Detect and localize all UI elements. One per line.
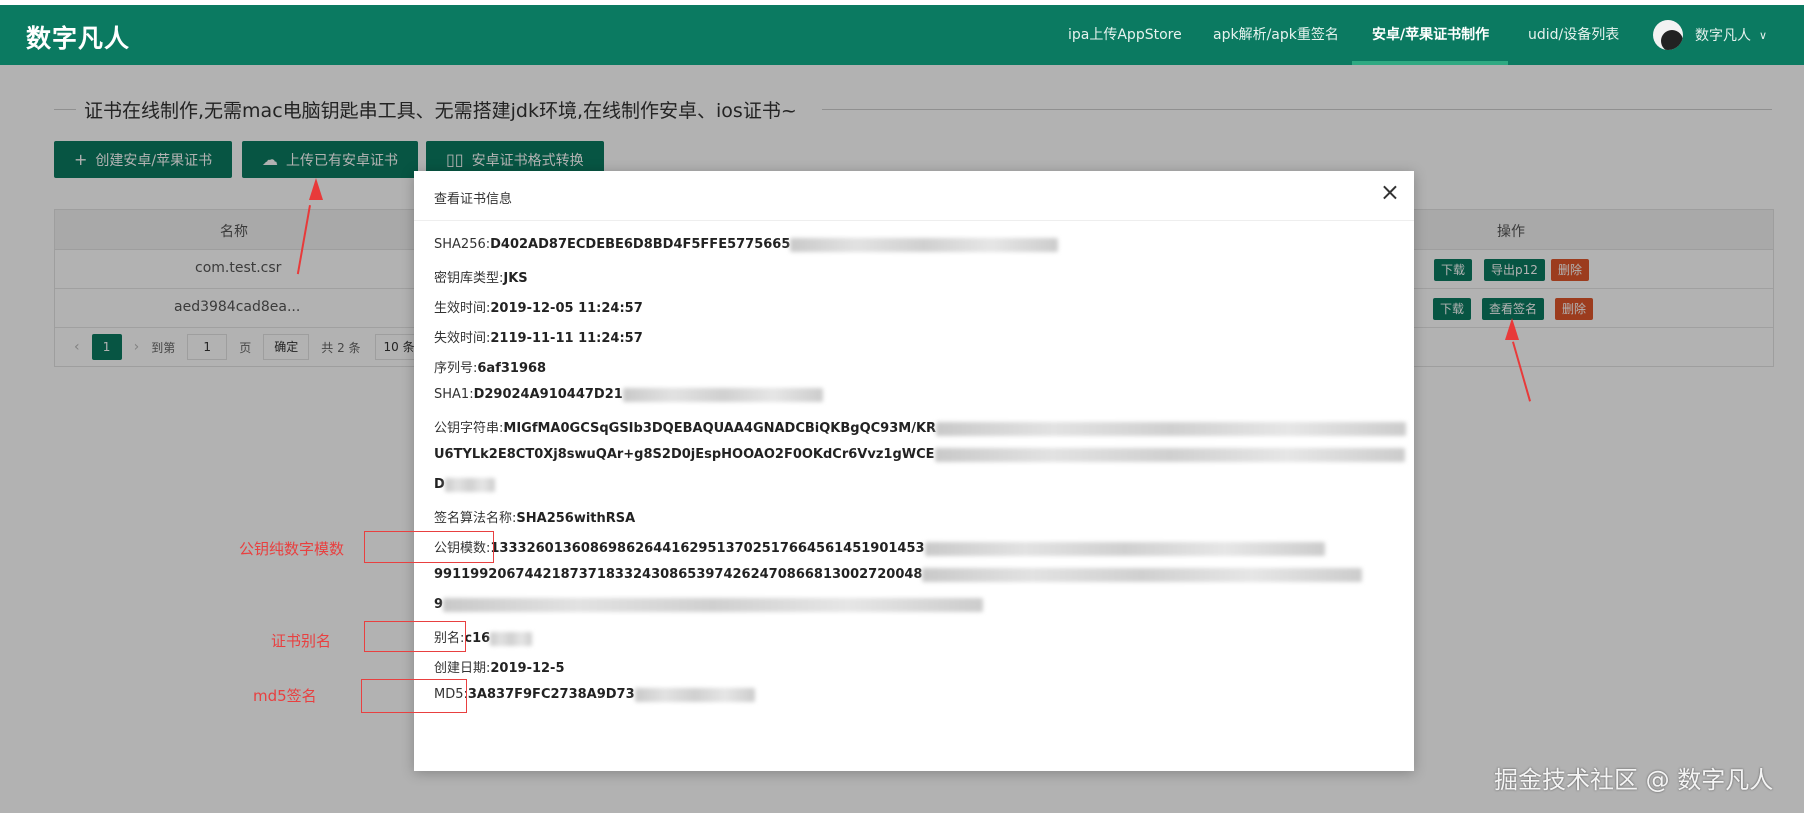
user-menu[interactable]: 数字凡人 ∨ (1653, 19, 1767, 51)
dialog-divider (414, 220, 1414, 221)
annotation-alias-box (364, 621, 466, 652)
sig-alg-value: SHA256withRSA (516, 511, 636, 526)
annotation-arrow-head (1505, 318, 1519, 340)
annotation-alias-label: 证书别名 (271, 632, 332, 650)
watermark: 掘金技术社区 @ 数字凡人 (1494, 766, 1774, 794)
sha256-label: SHA256: (434, 237, 491, 252)
chevron-down-icon: ∨ (1759, 28, 1768, 42)
annotation-modulus-box (364, 531, 494, 563)
sig-alg-label: 签名算法名称: (434, 511, 517, 526)
info-sha1: SHA1:D29024A910447D21 (434, 387, 823, 402)
user-name: 数字凡人 (1695, 28, 1751, 44)
nav-cert-make[interactable]: 安卓/苹果证书制作 (1372, 5, 1489, 65)
dialog-title: 查看证书信息 (434, 192, 513, 207)
store-type-label: 密钥库类型: (434, 271, 504, 286)
site-logo[interactable]: 数字凡人 (26, 19, 130, 55)
nav-apk-resign[interactable]: apk解析/apk重签名 (1213, 5, 1339, 65)
info-modulus-cont2: 9 (434, 597, 984, 612)
info-sha256: SHA256:D402AD87ECDEBE6D8BD4F5FFE5775665 (434, 237, 1059, 252)
info-pubkey-cont: U6TYLk2E8CT0Xj8swuQAr+g8S2D0jEspHOOAO2F0… (434, 447, 1405, 462)
serial-value: 6af31968 (477, 361, 547, 376)
valid-to-value: 2119-11-11 11:24:57 (490, 331, 643, 346)
sha256-value: D402AD87ECDEBE6D8BD4F5FFE5775665 (490, 237, 791, 252)
pubkey-value-3: D (434, 477, 445, 492)
created-label: 创建日期: (434, 661, 491, 676)
info-pubkey: 公钥字符串:MIGfMA0GCSqGSIb3DQEBAQUAA4GNADCBiQ… (434, 417, 1407, 436)
md5-value: 3A837F9FC2738A9D73 (467, 687, 635, 702)
pubkey-value-1: MIGfMA0GCSqGSIb3DQEBAQUAA4GNADCBiQKBgQC9… (503, 421, 937, 436)
created-value: 2019-12-5 (490, 661, 565, 676)
info-sig-alg: 签名算法名称:SHA256withRSA (434, 507, 635, 526)
modulus-value-2: 9911992067442187371833243086539742624708… (434, 567, 923, 582)
modulus-value-3: 9 (434, 597, 444, 612)
valid-from-label: 生效时间: (434, 301, 491, 316)
annotation-arrow-head (309, 178, 323, 200)
info-modulus: 公钥模数:13332601360869862644162951370251766… (434, 537, 1325, 556)
cert-info-dialog: 查看证书信息 × SHA256:D402AD87ECDEBE6D8BD4F5FF… (414, 171, 1414, 771)
nav-ipa-upload[interactable]: ipa上传AppStore (1068, 5, 1182, 65)
info-valid-from: 生效时间:2019-12-05 11:24:57 (434, 297, 643, 316)
sha1-label: SHA1: (434, 387, 474, 402)
serial-label: 序列号: (434, 361, 478, 376)
close-icon[interactable]: × (1380, 179, 1400, 205)
pubkey-value-2: U6TYLk2E8CT0Xj8swuQAr+g8S2D0jEspHOOAO2F0… (434, 447, 935, 462)
annotation-md5-label: md5签名 (253, 687, 317, 705)
info-serial: 序列号:6af31968 (434, 357, 546, 376)
alias-value: c16 (464, 631, 491, 646)
info-created: 创建日期:2019-12-5 (434, 657, 565, 676)
pubkey-label: 公钥字符串: (434, 421, 504, 436)
annotation-md5-box (361, 679, 467, 713)
nav-udid[interactable]: udid/设备列表 (1528, 5, 1619, 65)
valid-from-value: 2019-12-05 11:24:57 (490, 301, 643, 316)
info-md5: MD5:3A837F9FC2738A9D73 (434, 687, 755, 702)
info-valid-to: 失效时间:2119-11-11 11:24:57 (434, 327, 643, 346)
top-nav-bar: 数字凡人 ipa上传AppStore apk解析/apk重签名 安卓/苹果证书制… (0, 5, 1804, 65)
info-modulus-cont: 9911992067442187371833243086539742624708… (434, 567, 1363, 582)
sha1-value: D29024A910447D21 (473, 387, 623, 402)
modulus-value-1: 1333260136086986264416295137025176645614… (490, 541, 925, 556)
store-type-value: JKS (503, 271, 528, 286)
avatar (1653, 20, 1683, 50)
info-pubkey-cont2: D (434, 477, 495, 492)
valid-to-label: 失效时间: (434, 331, 491, 346)
info-store-type: 密钥库类型:JKS (434, 267, 528, 286)
annotation-modulus-label: 公钥纯数字模数 (239, 540, 345, 558)
